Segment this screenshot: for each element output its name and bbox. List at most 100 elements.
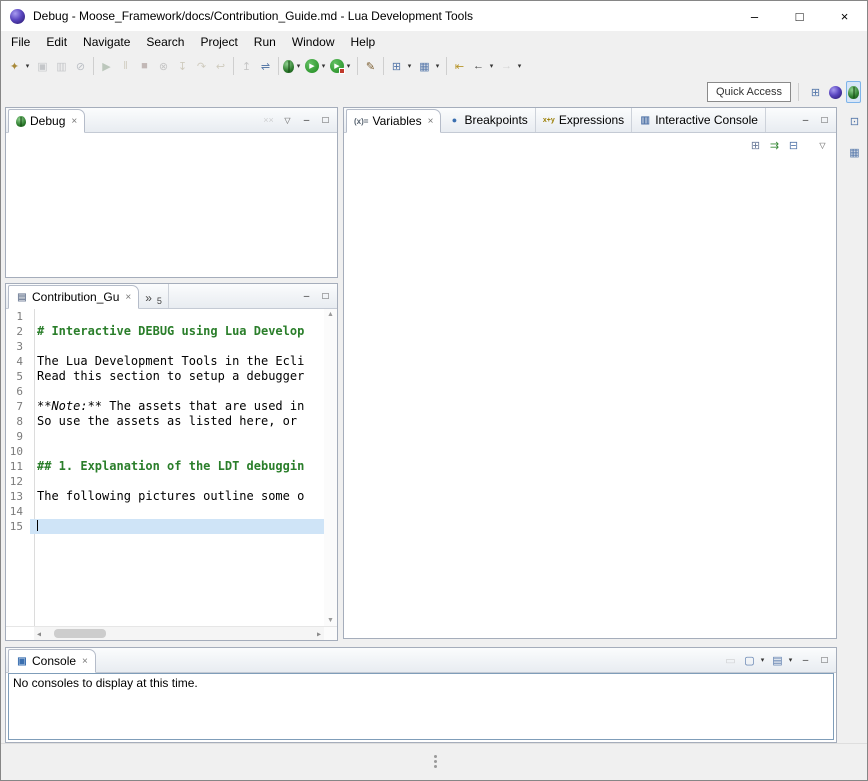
- tab-variables[interactable]: (x)=Variables×: [346, 109, 441, 133]
- open-perspective-button[interactable]: ⊞: [807, 84, 824, 101]
- suspend-icon[interactable]: ‖: [117, 58, 134, 75]
- forward-icon[interactable]: →: [498, 58, 515, 75]
- menu-window[interactable]: Window: [284, 33, 343, 51]
- view-menu-icon[interactable]: ▽: [814, 137, 831, 154]
- menu-navigate[interactable]: Navigate: [75, 33, 138, 51]
- debug-dropdown-icon[interactable]: ▾: [294, 62, 303, 70]
- line-number[interactable]: 8: [6, 414, 30, 429]
- scrollbar-thumb[interactable]: [54, 629, 106, 638]
- line-number[interactable]: 1: [6, 309, 30, 324]
- line-number[interactable]: 2: [6, 324, 30, 339]
- line-text[interactable]: [30, 474, 324, 489]
- ldt-perspective-icon[interactable]: [829, 86, 842, 99]
- line-text[interactable]: Read this section to setup a debugger: [30, 369, 324, 384]
- collapse-all-icon[interactable]: ⊟: [785, 137, 802, 154]
- back-dropdown-icon[interactable]: ▾: [487, 62, 496, 70]
- editor-line[interactable]: 12: [6, 474, 324, 489]
- open-element-icon[interactable]: ✎: [362, 58, 379, 75]
- restore-minimized-view-icon[interactable]: ⊡: [846, 113, 863, 130]
- menu-edit[interactable]: Edit: [38, 33, 75, 51]
- scroll-left-icon[interactable]: ◂: [37, 629, 41, 638]
- line-number[interactable]: 5: [6, 369, 30, 384]
- minimize-view-button[interactable]: –: [297, 111, 316, 129]
- line-text[interactable]: [30, 504, 324, 519]
- line-text[interactable]: The following pictures outline some o: [30, 489, 324, 504]
- line-number[interactable]: 9: [6, 429, 30, 444]
- maximize-view-button[interactable]: □: [815, 111, 834, 129]
- minimize-view-button[interactable]: –: [796, 111, 815, 129]
- menu-search[interactable]: Search: [138, 33, 192, 51]
- maximize-view-button[interactable]: □: [316, 111, 335, 129]
- quick-access-input[interactable]: Quick Access: [707, 82, 791, 102]
- open-perspective-icon[interactable]: ⊞: [388, 58, 405, 75]
- forward-dropdown-icon[interactable]: ▾: [515, 62, 524, 70]
- editor-line[interactable]: 3: [6, 339, 324, 354]
- external-tools-dropdown-icon[interactable]: ▾: [344, 62, 353, 70]
- show-logical-structures-icon[interactable]: ⇉: [766, 137, 783, 154]
- editor-line[interactable]: 9: [6, 429, 324, 444]
- close-button[interactable]: ×: [822, 1, 867, 31]
- maximize-view-button[interactable]: □: [815, 651, 834, 669]
- show-view-dropdown-icon[interactable]: ▾: [433, 62, 442, 70]
- editor-line[interactable]: 6: [6, 384, 324, 399]
- menu-file[interactable]: File: [3, 33, 38, 51]
- line-text[interactable]: ## 1. Explanation of the LDT debuggin: [30, 459, 324, 474]
- tab-interactive-console[interactable]: ▥Interactive Console: [632, 108, 766, 132]
- line-text[interactable]: [30, 444, 324, 459]
- menu-run[interactable]: Run: [246, 33, 284, 51]
- line-number[interactable]: 15: [6, 519, 30, 534]
- line-text[interactable]: [30, 519, 324, 534]
- debug-perspective-icon[interactable]: [848, 86, 859, 99]
- drop-to-frame-icon[interactable]: ↥: [238, 58, 255, 75]
- editor-line[interactable]: 14: [6, 504, 324, 519]
- line-number[interactable]: 14: [6, 504, 30, 519]
- line-number[interactable]: 6: [6, 384, 30, 399]
- line-text[interactable]: [30, 429, 324, 444]
- show-type-names-icon[interactable]: ⊞: [747, 137, 764, 154]
- minimize-view-button[interactable]: –: [796, 651, 815, 669]
- line-text[interactable]: **Note:** The assets that are used in: [30, 399, 324, 414]
- display-selected-console-dropdown-icon[interactable]: ▾: [758, 656, 767, 664]
- editor-line[interactable]: 4The Lua Development Tools in the Ecli: [6, 354, 324, 369]
- line-text[interactable]: # Interactive DEBUG using Lua Develop: [30, 324, 324, 339]
- line-text[interactable]: [30, 309, 324, 324]
- tab-breakpoints[interactable]: ●Breakpoints: [441, 108, 535, 132]
- line-number[interactable]: 13: [6, 489, 30, 504]
- run-icon[interactable]: ▶: [305, 59, 319, 73]
- tab-expressions[interactable]: x+yExpressions: [536, 108, 632, 132]
- display-selected-console-icon[interactable]: ▢: [741, 652, 758, 669]
- last-edit-location-icon[interactable]: ⇤: [451, 58, 468, 75]
- save-all-icon[interactable]: ▥: [53, 58, 70, 75]
- step-into-icon[interactable]: ↧: [174, 58, 191, 75]
- pin-console-icon[interactable]: ▭: [722, 652, 739, 669]
- new-wizard-dropdown-icon[interactable]: ▾: [23, 62, 32, 70]
- maximize-button[interactable]: □: [777, 1, 822, 31]
- line-number[interactable]: 12: [6, 474, 30, 489]
- open-console-dropdown-icon[interactable]: ▾: [786, 656, 795, 664]
- tab-console[interactable]: ▣ Console ×: [8, 649, 96, 673]
- minimized-view-icon[interactable]: ▦: [846, 144, 863, 161]
- line-text[interactable]: [30, 384, 324, 399]
- remove-all-terminated-icon[interactable]: ××: [260, 111, 277, 128]
- terminate-icon[interactable]: ■: [136, 58, 153, 75]
- maximize-view-button[interactable]: □: [316, 287, 335, 305]
- tab-debug[interactable]: Debug ×: [8, 109, 85, 133]
- line-number[interactable]: 7: [6, 399, 30, 414]
- view-menu-icon[interactable]: ▽: [279, 112, 296, 129]
- step-over-icon[interactable]: ↷: [193, 58, 210, 75]
- close-tab-icon[interactable]: ×: [428, 116, 434, 127]
- vertical-scrollbar[interactable]: ▲ ▼: [324, 309, 337, 626]
- line-text[interactable]: [30, 339, 324, 354]
- open-perspective-dropdown-icon[interactable]: ▾: [405, 62, 414, 70]
- debug-icon[interactable]: [283, 60, 294, 73]
- editor-tab-overflow[interactable]: » 5: [139, 284, 169, 308]
- disconnect-icon[interactable]: ⊗: [155, 58, 172, 75]
- line-number[interactable]: 4: [6, 354, 30, 369]
- use-step-filters-icon[interactable]: ⇌: [257, 58, 274, 75]
- sash-handle[interactable]: [434, 755, 437, 758]
- editor-line[interactable]: 7**Note:** The assets that are used in: [6, 399, 324, 414]
- menu-project[interactable]: Project: [192, 33, 245, 51]
- editor-line[interactable]: 8So use the assets as listed here, or: [6, 414, 324, 429]
- line-text[interactable]: So use the assets as listed here, or: [30, 414, 324, 429]
- new-wizard-icon[interactable]: ✦: [6, 58, 23, 75]
